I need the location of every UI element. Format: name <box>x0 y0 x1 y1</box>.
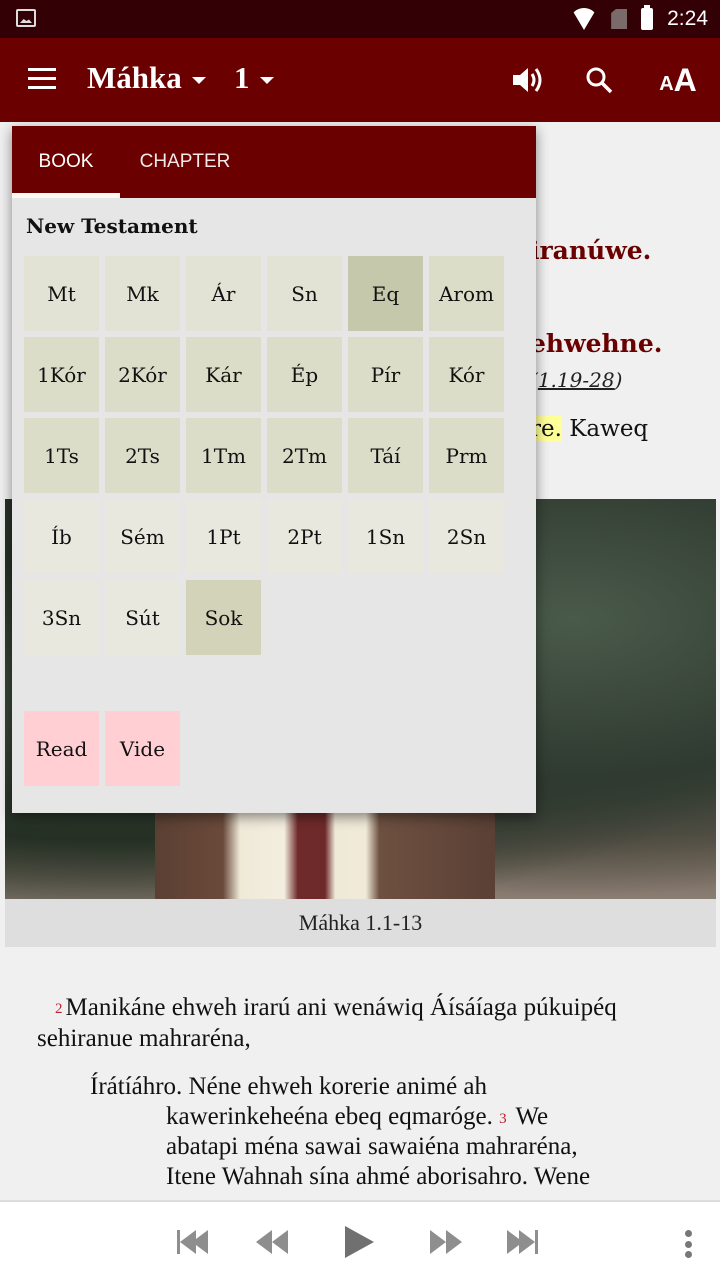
picker-tab-bar: BOOK CHAPTER <box>12 126 536 198</box>
book-button[interactable]: Mk <box>105 256 180 331</box>
poetry-line: kawerinkeheéna ebeq eqmaróge. 3 We <box>166 1103 549 1130</box>
tab-chapter[interactable]: CHAPTER <box>120 126 250 198</box>
book-button[interactable]: Prm <box>429 418 504 493</box>
image-notification-icon <box>16 9 36 27</box>
section-heading: iranúwe. <box>530 236 652 265</box>
book-button[interactable]: 1Ts <box>24 418 99 493</box>
book-button[interactable]: Mt <box>24 256 99 331</box>
verse-text: re. Kaweq <box>530 416 649 442</box>
testament-heading: New Testament <box>26 214 198 238</box>
chapter-number: 1 <box>234 60 250 95</box>
book-button[interactable]: 2Tm <box>267 418 342 493</box>
book-button[interactable]: Táí <box>348 418 423 493</box>
cross-reference: (1.19-28) <box>530 368 623 392</box>
skip-to-end-icon[interactable] <box>507 1228 538 1256</box>
rewind-icon[interactable] <box>256 1228 288 1256</box>
extra-option-button[interactable]: Vide <box>105 711 180 786</box>
book-button[interactable]: Ár <box>186 256 261 331</box>
no-sim-icon <box>611 9 628 29</box>
audio-player-bar <box>0 1200 720 1280</box>
app-bar: Máhka 1 AA <box>0 38 720 122</box>
book-button[interactable]: Kór <box>429 337 504 412</box>
cross-reference-link[interactable]: 1.19-28 <box>538 368 615 392</box>
book-button[interactable]: 2Pt <box>267 499 342 574</box>
menu-icon[interactable] <box>28 68 56 90</box>
clock: 2:24 <box>667 7 708 30</box>
extra-option-button[interactable]: Read <box>24 711 99 786</box>
book-button[interactable]: Kár <box>186 337 261 412</box>
book-button[interactable]: Sém <box>105 499 180 574</box>
speaker-icon[interactable] <box>506 58 550 102</box>
play-icon[interactable] <box>345 1224 374 1260</box>
section-heading: ehwehne. <box>530 329 663 358</box>
verse-number[interactable]: 3 <box>499 1111 507 1127</box>
text-size-icon[interactable]: AA <box>656 58 700 102</box>
book-button[interactable]: 1Tm <box>186 418 261 493</box>
book-button[interactable]: Íb <box>24 499 99 574</box>
book-button[interactable]: Arom <box>429 256 504 331</box>
verse-number[interactable]: 2 <box>55 1001 63 1017</box>
book-button[interactable]: 2Sn <box>429 499 504 574</box>
verse-paragraph: 2 Manikáne ehweh irarú ani wenáwiq Áísáía… <box>37 994 617 1052</box>
book-selector[interactable]: Máhka <box>87 60 206 96</box>
book-button[interactable]: Eq <box>348 256 423 331</box>
book-button[interactable]: Ép <box>267 337 342 412</box>
image-caption: Máhka 1.1-13 <box>5 899 716 947</box>
battery-icon <box>641 5 654 30</box>
book-button[interactable]: Sút <box>105 580 180 655</box>
book-grid: Mt Mk Ár Sn Eq Arom 1Kór 2Kór Kár Ép Pír Kór 1Ts 2Ts 1… <box>24 256 514 655</box>
poetry-line: Írátíáhro. Néne ehweh korerie animé ah <box>90 1073 488 1100</box>
tab-book[interactable]: BOOK <box>12 126 120 198</box>
search-icon[interactable] <box>577 58 621 102</box>
book-button[interactable]: Sok <box>186 580 261 655</box>
book-button[interactable]: 2Kór <box>105 337 180 412</box>
book-picker-dialog: BOOK CHAPTER New Testament Mt Mk Ár Sn Eq Aro… <box>12 126 536 813</box>
book-button[interactable]: 1Pt <box>186 499 261 574</box>
book-button[interactable]: 2Ts <box>105 418 180 493</box>
status-bar: 2:24 <box>0 0 720 38</box>
fast-forward-icon[interactable] <box>430 1228 462 1256</box>
poetry-line: Itene Wahnah sína ahmé aborisahro. Wene <box>166 1163 591 1190</box>
skip-to-start-icon[interactable] <box>177 1228 208 1256</box>
active-tab-indicator <box>12 193 120 198</box>
wifi-icon <box>571 8 598 30</box>
poetry-line: abatapi ména sawai sawaiéna mahraréna, <box>166 1133 578 1160</box>
chevron-down-icon <box>191 76 206 84</box>
chapter-selector[interactable]: 1 <box>234 60 274 96</box>
book-button[interactable]: Sn <box>267 256 342 331</box>
book-button[interactable]: 1Sn <box>348 499 423 574</box>
figure-robe <box>155 799 495 899</box>
more-vertical-icon[interactable] <box>684 1230 692 1258</box>
extras-row: Read Vide <box>24 711 180 786</box>
book-name: Máhka <box>87 60 182 95</box>
book-button[interactable]: 3Sn <box>24 580 99 655</box>
chevron-down-icon <box>259 76 274 84</box>
book-button[interactable]: 1Kór <box>24 337 99 412</box>
poetry-block: Írátíáhro. Néne ehweh korerie animé ah k… <box>90 1072 690 1192</box>
book-button[interactable]: Pír <box>348 337 423 412</box>
